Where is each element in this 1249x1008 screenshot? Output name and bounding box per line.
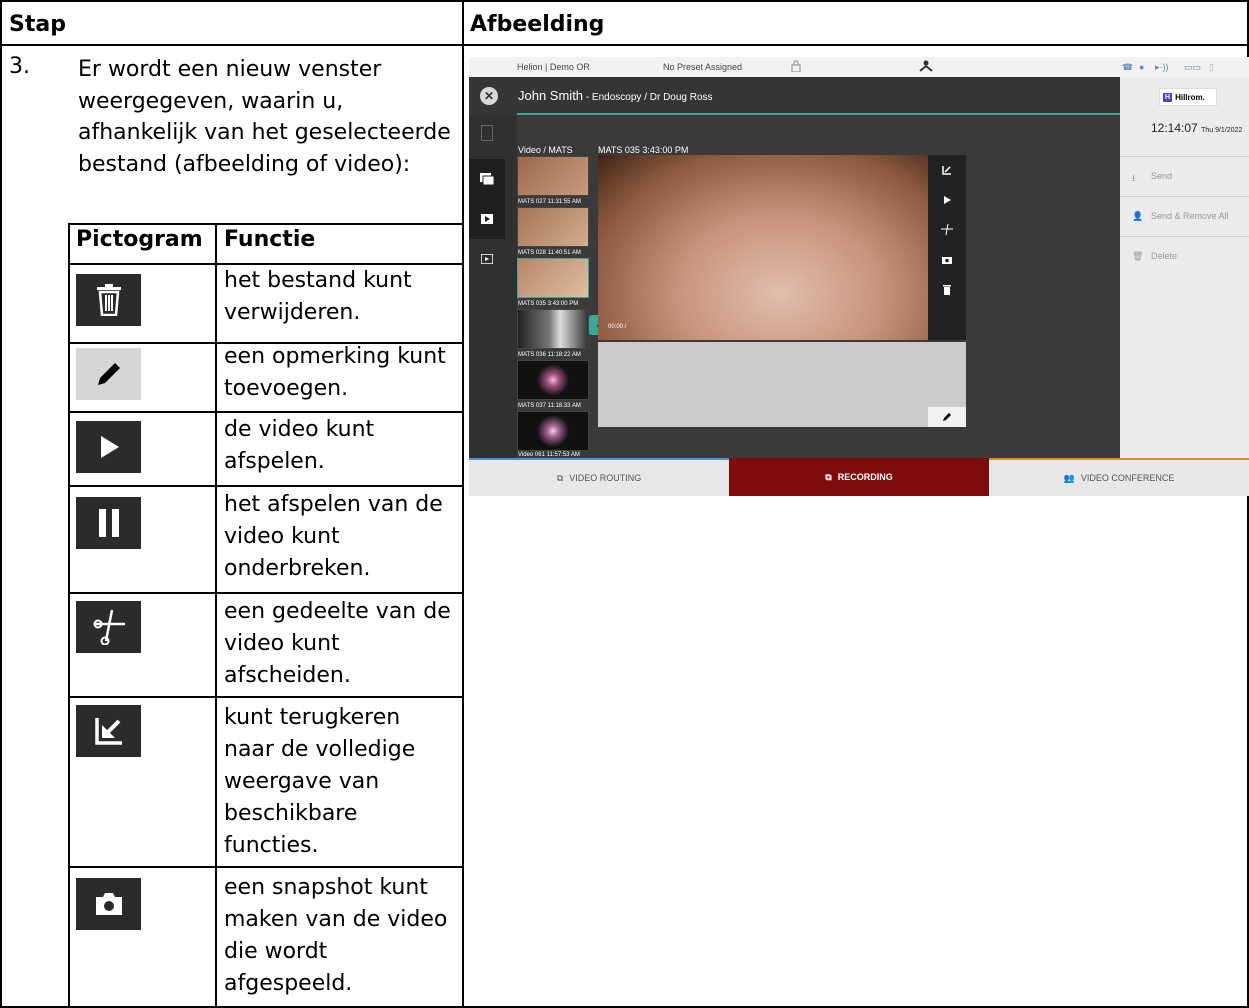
step-number: 3. <box>9 54 30 79</box>
notes-area[interactable] <box>598 342 966 427</box>
function-snapshot: een snapshot kunt maken van de video die… <box>224 875 448 996</box>
stream-icon <box>481 254 493 264</box>
side-nav <box>469 115 517 458</box>
trash-icon: 🗑 <box>1132 251 1144 261</box>
lock-icon[interactable] <box>791 60 801 74</box>
clock: 12:14:07 Thu 9/1/2022 <box>1151 121 1242 135</box>
pencil-icon <box>76 348 141 400</box>
thumbnail[interactable] <box>517 411 589 451</box>
col-header-step: Stap <box>9 12 66 37</box>
function-return: kunt terugkeren naar de volledige weerga… <box>224 705 416 858</box>
right-panel: H Hillrom. 12:14:07 Thu 9/1/2022 ⭳ Send 👤 S… <box>1120 77 1249 458</box>
side-nav-media[interactable] <box>469 159 505 199</box>
camera-icon <box>76 878 141 930</box>
time-display: 00:00 / <box>608 324 627 330</box>
thumbnail[interactable] <box>517 207 589 247</box>
thumbnail[interactable] <box>517 156 589 196</box>
function-split: een gedeelte van de video kunt afscheide… <box>224 599 451 688</box>
inner-header-function: Functie <box>224 227 316 252</box>
function-play: de video kunt afspelen. <box>224 417 375 474</box>
play-icon[interactable] <box>936 189 958 211</box>
pencil-icon[interactable] <box>928 407 966 427</box>
system-topbar: Helion | Demo OR No Preset Assigned ☎ ● … <box>469 57 1249 77</box>
bottom-tabs: ⧉ VIDEO ROUTING ⧉ RECORDING 👥 VIDEO CONFERE… <box>469 458 1249 496</box>
clipboard-icon[interactable] <box>481 125 493 141</box>
video-toolbar <box>928 155 966 340</box>
function-comment: een opmerking kunt toevoegen. <box>224 344 446 401</box>
close-icon[interactable]: ✕ <box>480 87 498 105</box>
clock-time: 12:14:07 <box>1151 121 1198 135</box>
user-send-icon: 👤 <box>1132 211 1144 221</box>
side-nav-stream[interactable] <box>469 239 505 279</box>
procedure-label: - Endoscopy / Dr Doug Ross <box>583 92 713 103</box>
phone-icon[interactable]: ☎ <box>1122 62 1133 73</box>
send-button[interactable]: ⭳ Send <box>1120 156 1249 196</box>
video-mats-label: Video / MATS <box>518 145 573 155</box>
routing-icon: ⧉ <box>556 472 564 483</box>
room-label: Helion | Demo OR <box>517 62 590 72</box>
trash-icon <box>76 274 141 326</box>
glasses-icon[interactable]: ▭▭ <box>1184 62 1201 73</box>
tab-recording[interactable]: ⧉ RECORDING <box>729 458 989 496</box>
conference-icon: 👥 <box>1063 472 1075 483</box>
thumbnail-selected[interactable] <box>517 258 589 298</box>
inner-header-icon: Pictogram <box>76 227 203 252</box>
thumbnail-caption: MATS 037 11:18:33 AM <box>518 403 581 409</box>
broadcast-icon[interactable]: ▸·)) <box>1155 62 1169 73</box>
thumbnail-caption: MATS 035 3:43:00 PM <box>518 301 579 307</box>
camera-icon[interactable] <box>936 249 958 271</box>
preset-label: No Preset Assigned <box>663 62 743 72</box>
surgeon-icon[interactable] <box>919 60 933 74</box>
app-screenshot: Helion | Demo OR No Preset Assigned ☎ ● … <box>469 57 1249 496</box>
video-player[interactable]: 00:00 / <box>598 155 928 340</box>
send-remove-all-button[interactable]: 👤 Send & Remove All <box>1120 196 1249 236</box>
thumbnail[interactable] <box>517 309 589 349</box>
record-dot-icon[interactable]: ● <box>1139 62 1144 72</box>
thumbnail-caption: MATS 036 11:18:22 AM <box>518 352 581 358</box>
play-icon <box>76 421 141 473</box>
trash-icon[interactable] <box>936 279 958 301</box>
status-light-icon: ▯ <box>1209 62 1214 72</box>
collapse-arrow-icon <box>76 705 141 757</box>
collapse-arrow-icon[interactable] <box>936 159 958 181</box>
step-description: Er wordt een nieuw venster weergegeven, … <box>78 57 451 177</box>
thumbnail[interactable] <box>517 360 589 400</box>
col-header-image: Afbeelding <box>470 12 605 37</box>
pause-icon <box>76 497 141 549</box>
title-bar: ✕ John Smith - Endoscopy / Dr Doug Ross <box>469 77 1120 115</box>
gallery-icon <box>480 173 494 185</box>
delete-button[interactable]: 🗑 Delete <box>1120 236 1249 276</box>
scissors-icon <box>76 601 141 653</box>
recording-icon: ⧉ <box>825 471 832 482</box>
function-delete: het bestand kunt verwijderen. <box>224 268 412 325</box>
function-pause: het afspelen van de video kunt onderbrek… <box>224 492 443 581</box>
patient-header: John Smith - Endoscopy / Dr Doug Ross <box>518 88 713 103</box>
video-icon <box>481 214 493 224</box>
thumbnail-caption: MATS 028 11:40:51 AM <box>518 250 581 256</box>
scissors-icon[interactable] <box>936 219 958 241</box>
side-nav-video[interactable] <box>469 199 505 239</box>
thumbnail-caption: MATS 027 11:31:55 AM <box>518 199 581 205</box>
hillrom-logo: H Hillrom. <box>1159 88 1217 106</box>
patient-name: John Smith <box>518 88 584 103</box>
clock-date: Thu 9/1/2022 <box>1201 127 1243 134</box>
download-icon: ⭳ <box>1132 173 1136 183</box>
tab-video-conference[interactable]: 👥 VIDEO CONFERENCE <box>989 458 1249 496</box>
tab-video-routing[interactable]: ⧉ VIDEO ROUTING <box>469 458 729 496</box>
accent-line <box>517 113 1120 115</box>
current-clip-label: MATS 035 3:43:00 PM <box>598 145 689 155</box>
